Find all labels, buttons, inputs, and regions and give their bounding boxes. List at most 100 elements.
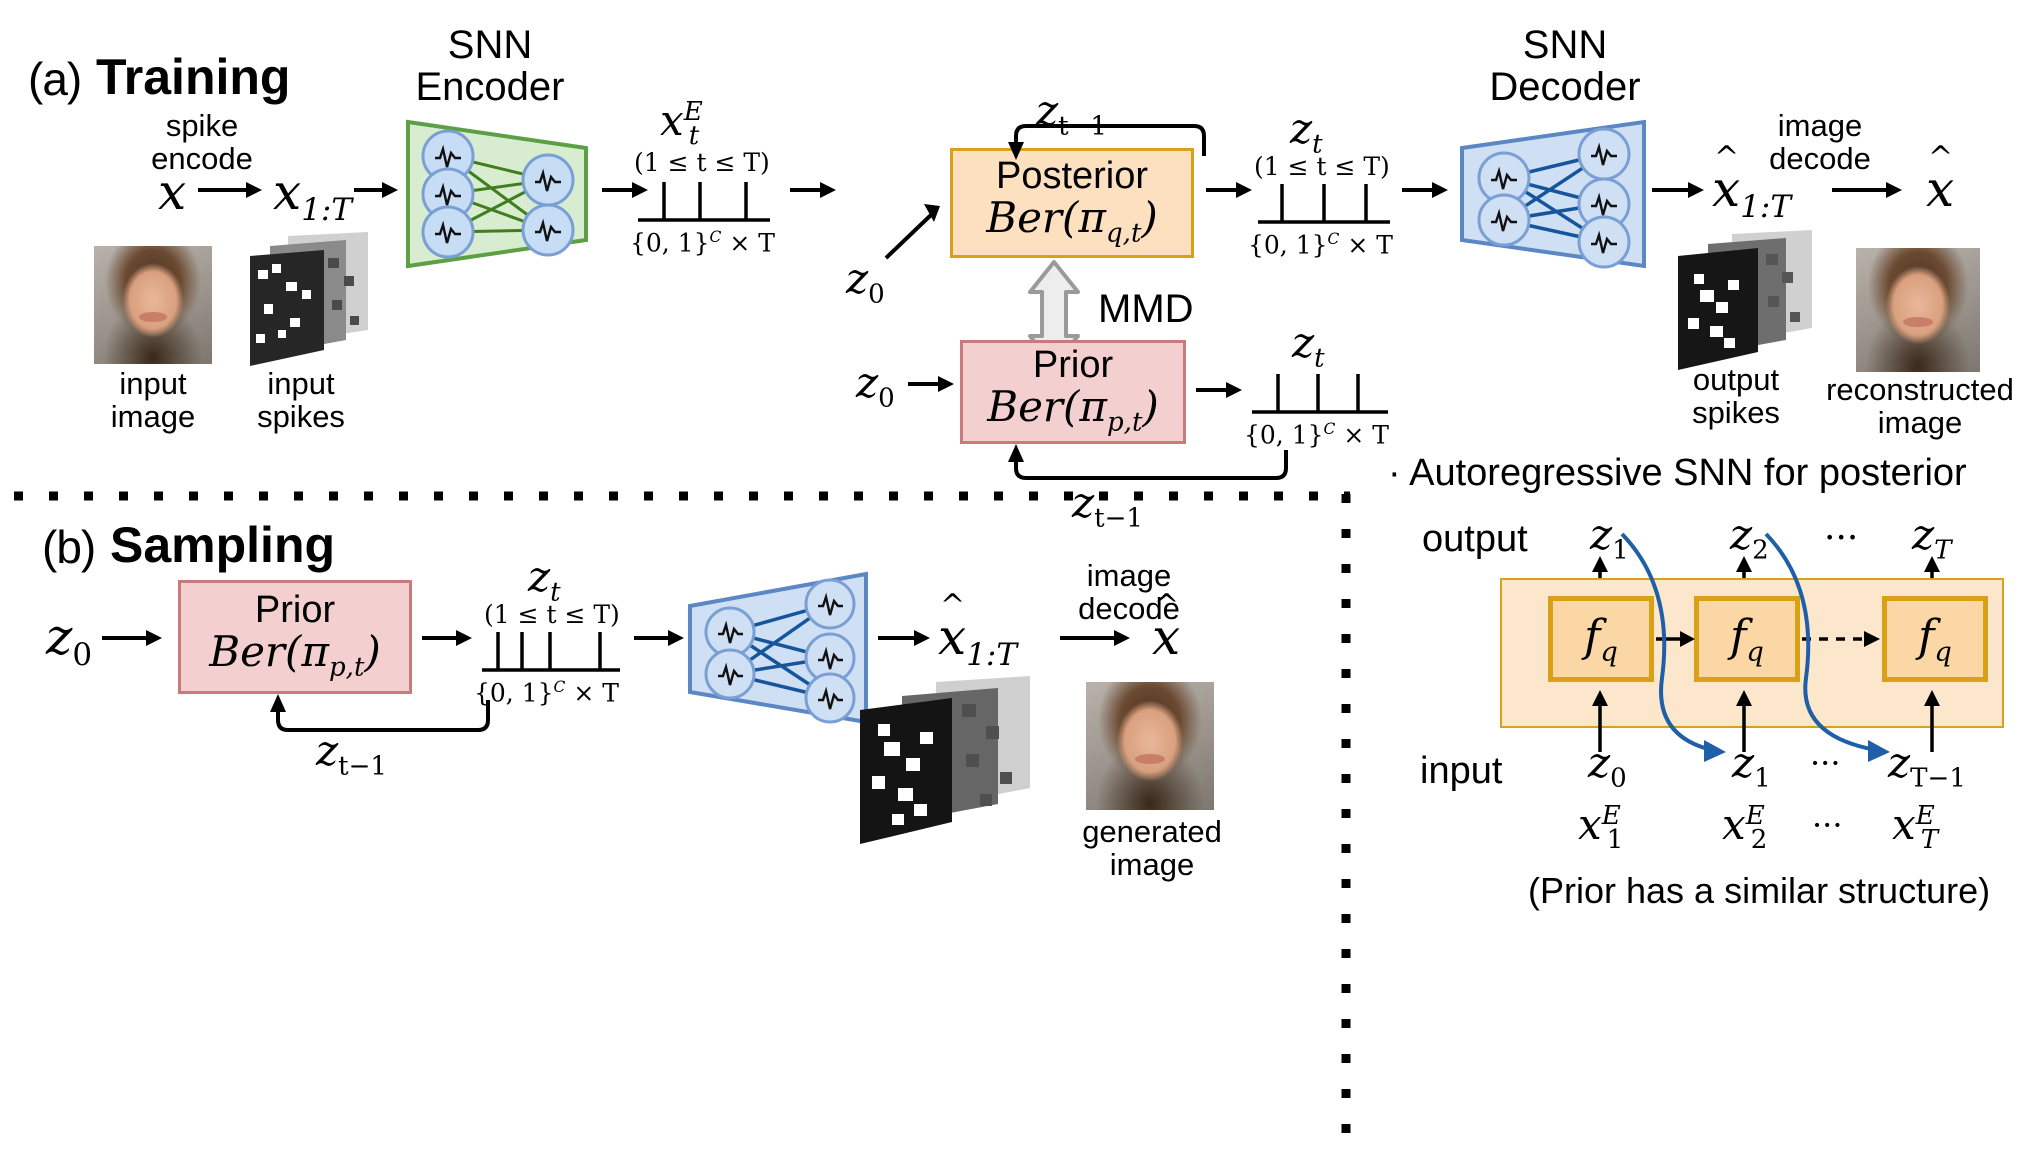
arrow-prior-to-zt bbox=[1194, 378, 1246, 402]
xhat-seq-sub: 1:T bbox=[1740, 189, 1792, 225]
arrow-sampling-decoder-to-xhat bbox=[876, 626, 934, 650]
reconstructed-image-label: reconstructed image bbox=[1820, 373, 2020, 440]
arrow-zt-to-decoder bbox=[1400, 178, 1452, 202]
input-spikes-line2: spikes bbox=[257, 398, 345, 434]
posterior-feedback-arrow bbox=[1000, 118, 1220, 160]
prior-z0-base: z bbox=[856, 358, 879, 407]
encoder-title-line2: Encoder bbox=[415, 65, 565, 110]
reconstructed-image-thumbnail bbox=[1856, 248, 1980, 372]
posterior-math-body: Ber(π bbox=[986, 193, 1106, 243]
arrow-posterior-to-zt bbox=[1204, 178, 1256, 202]
ar-in-top-0-sub: 0 bbox=[1610, 763, 1627, 794]
snn-decoder-network bbox=[1456, 118, 1652, 270]
sampling-prior-box: Prior Ber(πp,t) bbox=[178, 580, 412, 694]
output-spikes-line1: output bbox=[1692, 362, 1780, 397]
training-prior-math-sub: p,t bbox=[1107, 407, 1143, 438]
autoregressive-output-label: output bbox=[1422, 518, 1528, 560]
ar-input-z1: z1 bbox=[1732, 738, 1771, 793]
arrow-z0-to-prior bbox=[906, 372, 958, 396]
input-image-thumbnail bbox=[94, 246, 212, 364]
set-note-sup: C bbox=[709, 228, 722, 246]
s-z0-sub: 0 bbox=[72, 637, 93, 673]
s-set-sup: C bbox=[553, 678, 566, 696]
sampling-prior-math-sub: p,t bbox=[329, 652, 365, 683]
autoregressive-heading: · Autoregressive SNN for posterior bbox=[1388, 452, 1967, 495]
output-spikes-label: output spikes bbox=[1656, 362, 1816, 430]
training-prior-math-tail: ) bbox=[1142, 382, 1159, 432]
training-prior-box: Prior Ber(πp,t) bbox=[960, 340, 1186, 444]
xE-range-note: (1 ≤ t ≤ T) bbox=[634, 148, 770, 177]
ar-in-bot-1-base: x bbox=[1722, 800, 1746, 849]
s-zt-base: z bbox=[528, 552, 551, 601]
reconstructed-line2: image bbox=[1877, 404, 1963, 440]
arrow-xhatseq-to-xhat bbox=[1830, 178, 1906, 202]
decoder-title: SNN Decoder bbox=[1450, 24, 1680, 109]
sampling-prior-label: Prior bbox=[254, 589, 336, 632]
arrow-sampling-prior-to-zt bbox=[420, 626, 476, 650]
encoder-title: SNN Encoder bbox=[380, 24, 600, 109]
posterior-label: Posterior bbox=[995, 155, 1149, 198]
pz-set-sup: C bbox=[1323, 420, 1336, 438]
zt-range-note: (1 ≤ t ≤ T) bbox=[1254, 152, 1390, 181]
training-prior-zt-label: zt bbox=[1292, 318, 1325, 373]
input-x-sequence: x1:T bbox=[273, 163, 352, 228]
xE-set-note: {0, 1}C × T bbox=[630, 228, 775, 257]
ar-in-bot-2-base: x bbox=[1892, 800, 1916, 849]
s-ztm1-sub: t−1 bbox=[338, 751, 387, 782]
sampling-prior-math: Ber(πp,t) bbox=[209, 629, 381, 682]
x-seq-base: x bbox=[273, 163, 302, 221]
sampling-xhat-sequence: ^ x1:T bbox=[938, 588, 1018, 673]
arrow-sampling-xhatseq-to-xhat bbox=[1058, 626, 1134, 650]
ar-input-x1E: xE1 bbox=[1578, 800, 1623, 855]
decoder-title-line2: Decoder bbox=[1489, 65, 1641, 110]
horizontal-dotted-divider bbox=[10, 490, 1355, 502]
posterior-z0-label: z0 bbox=[846, 254, 885, 309]
zt-set-note-body: {0, 1} bbox=[1248, 230, 1328, 260]
training-prior-label: Prior bbox=[1032, 344, 1114, 387]
arrow-z0-to-posterior bbox=[880, 198, 952, 264]
ar-in-top-1-sub: 1 bbox=[1754, 763, 1771, 794]
snn-encoder-network bbox=[402, 118, 592, 270]
sampling-output-spikes-thumbnail bbox=[840, 676, 1040, 856]
sampling-prior-math-body: Ber(π bbox=[209, 627, 329, 677]
ar-input-z0: z0 bbox=[1588, 738, 1627, 793]
set-note-body: {0, 1} bbox=[630, 228, 710, 258]
training-prior-spike-train bbox=[1248, 368, 1394, 422]
xhat-symbol: ^ x bbox=[1926, 140, 1955, 218]
z0-sub: 0 bbox=[868, 279, 885, 310]
p-ztm1-sub: t−1 bbox=[1094, 503, 1143, 534]
xE-base: x bbox=[660, 96, 684, 145]
input-spikes-label: input spikes bbox=[226, 367, 376, 434]
arrow-x-to-xseq bbox=[196, 178, 266, 202]
ar-in-bot-0-sub: 1 bbox=[1606, 825, 1624, 856]
autoregressive-bullet: · bbox=[1388, 452, 1401, 494]
s-xhat-seq-sub: 1:T bbox=[966, 637, 1018, 673]
sampling-ztm1-label: zt−1 bbox=[316, 726, 387, 781]
sampling-zt-range-note: (1 ≤ t ≤ T) bbox=[484, 600, 620, 629]
training-prior-math-body: Ber(π bbox=[987, 382, 1107, 432]
ar-input-bottom-ellipsis: ··· bbox=[1812, 806, 1843, 844]
autoregressive-input-label: input bbox=[1420, 750, 1503, 792]
input-image-label: input image bbox=[78, 367, 228, 434]
encoder-output-symbol: xEt bbox=[660, 96, 703, 151]
posterior-math-sub: q,t bbox=[1106, 218, 1142, 249]
posterior-spike-train bbox=[1254, 178, 1396, 232]
s-z0-base: z bbox=[46, 608, 73, 666]
z0-base: z bbox=[846, 254, 869, 303]
generated-image-label: generated image bbox=[1062, 814, 1242, 881]
s-ztm1-base: z bbox=[316, 726, 339, 775]
training-prior-math: Ber(πp,t) bbox=[987, 384, 1159, 437]
generated-image-thumbnail bbox=[1086, 682, 1214, 810]
sampling-image-decode-label: image decode bbox=[1044, 559, 1214, 625]
sampling-xhat-symbol: ^ x bbox=[1152, 588, 1181, 666]
input-image-line2: image bbox=[110, 398, 196, 434]
ar-in-top-2-sub: T−1 bbox=[1910, 763, 1966, 794]
posterior-math-tail: ) bbox=[1141, 193, 1158, 243]
ar-input-x2E: xE2 bbox=[1722, 800, 1767, 855]
output-spikes-line2: spikes bbox=[1692, 394, 1780, 430]
generated-line1: generated bbox=[1082, 814, 1222, 849]
p-ztm1-base: z bbox=[1072, 478, 1095, 527]
xhat-sequence: ^ x1:T bbox=[1712, 140, 1792, 225]
autoregressive-heading-text: Autoregressive SNN for posterior bbox=[1409, 452, 1967, 494]
spike-encode-line1: spike bbox=[165, 108, 239, 143]
